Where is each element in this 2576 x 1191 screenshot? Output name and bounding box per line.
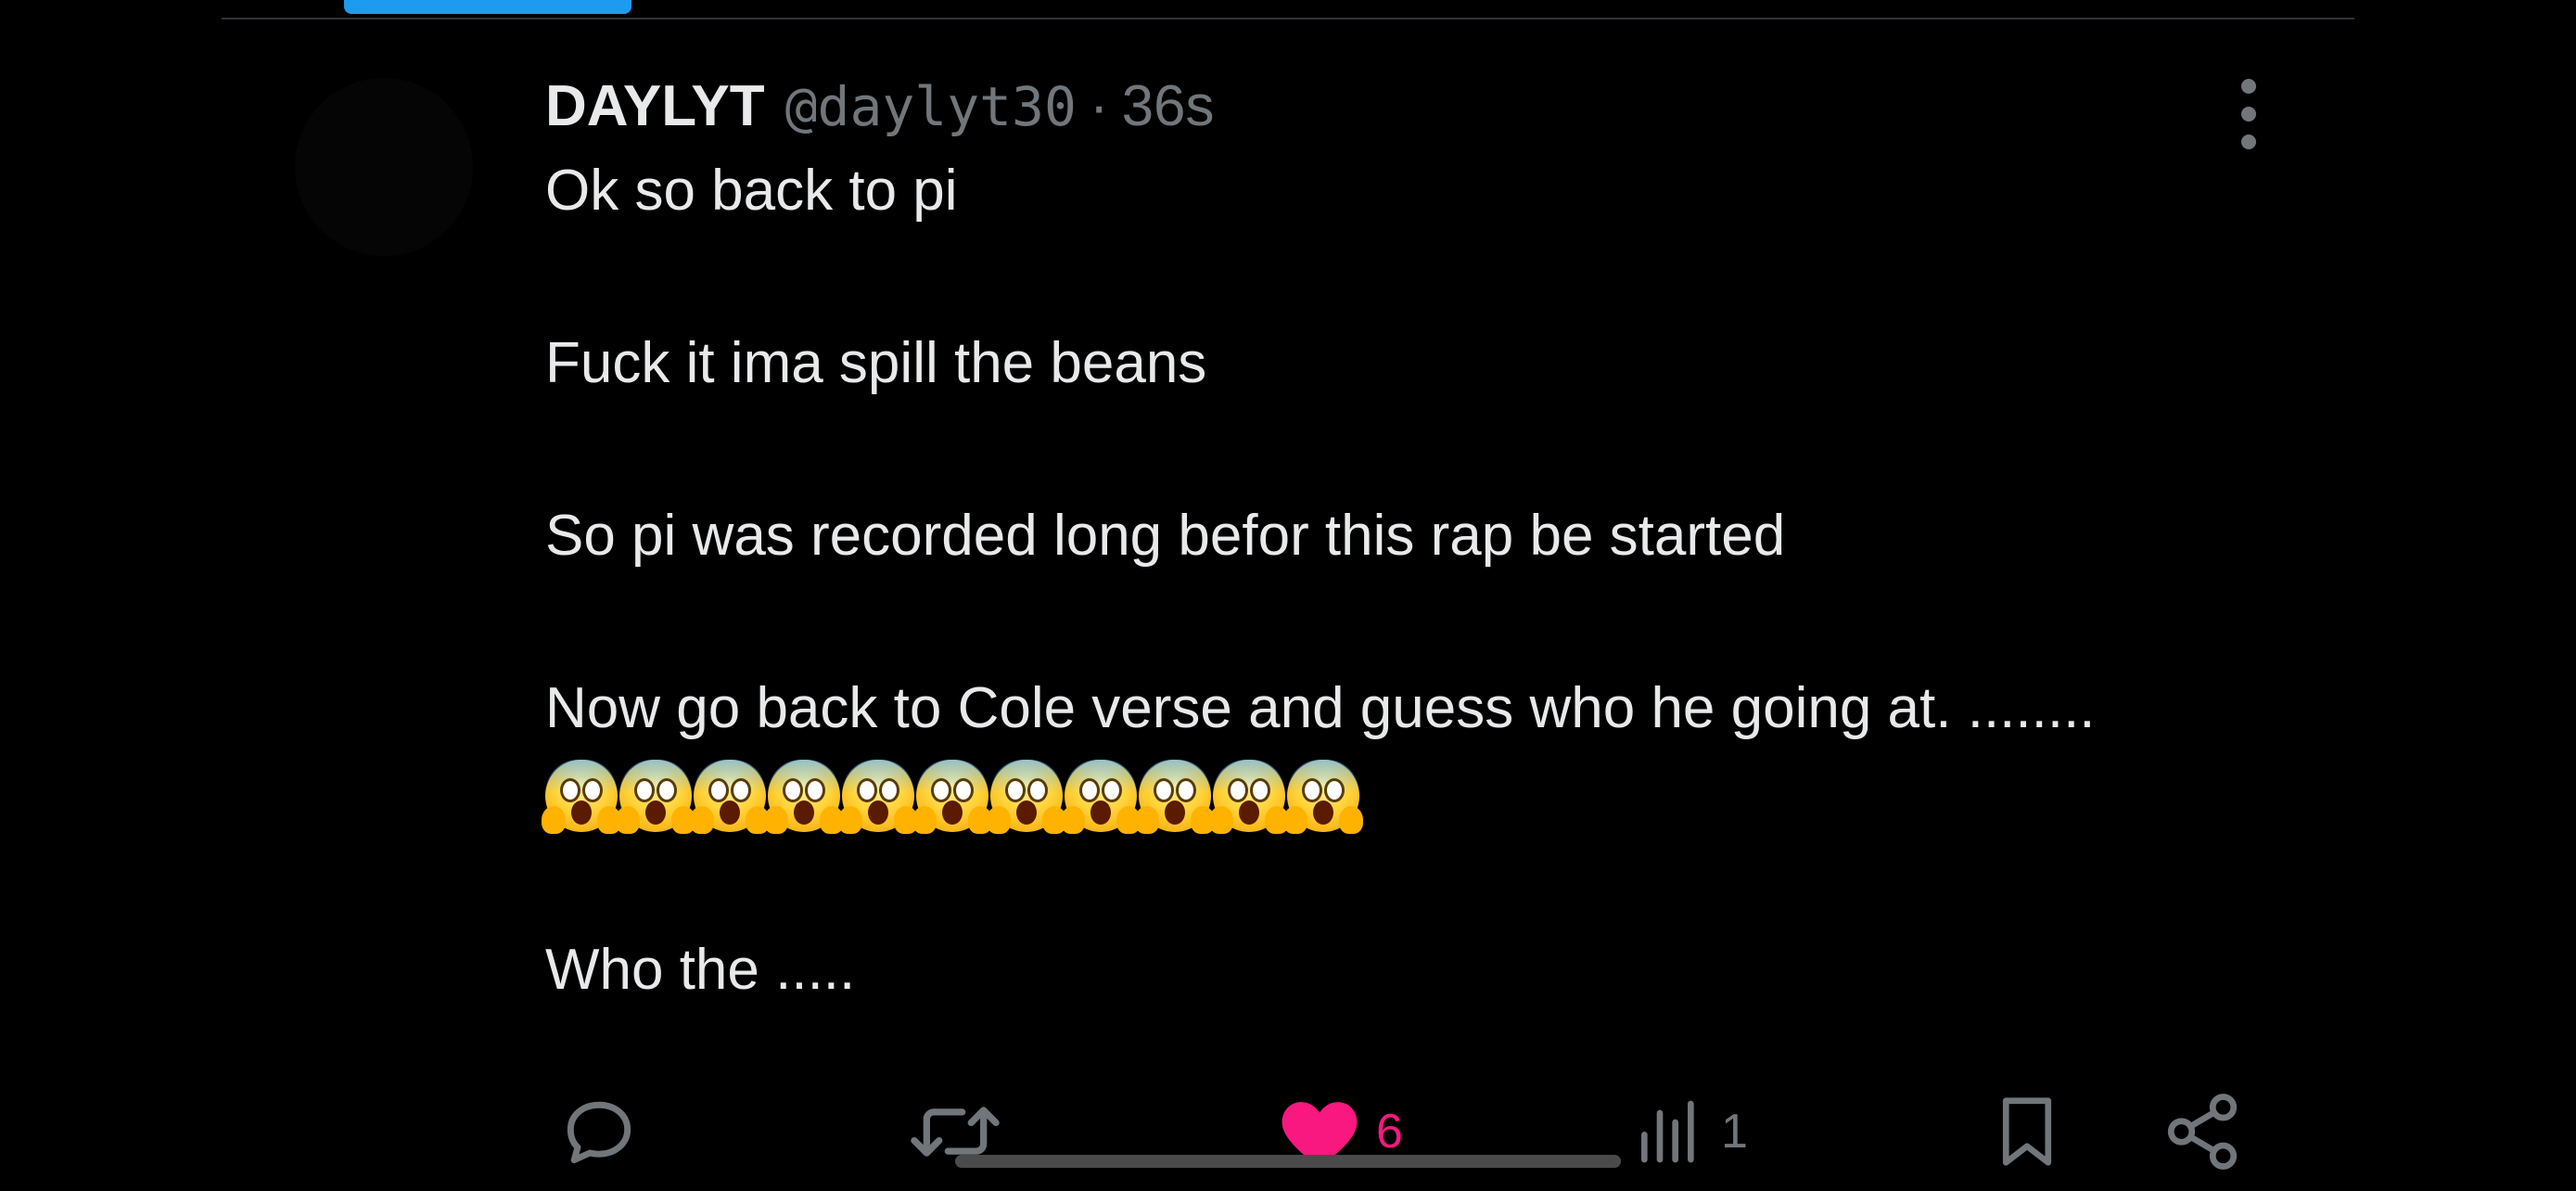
tweet-line: Who the ..... [545, 938, 856, 1002]
timestamp[interactable]: 36s [1122, 65, 1215, 148]
emoji-row [542, 751, 2307, 840]
face-screaming-in-fear-emoji [542, 760, 621, 834]
bookmark-button[interactable] [1988, 1085, 2066, 1178]
more-icon[interactable] [2224, 72, 2274, 156]
tweet-line: Fuck it ima spill the beans [545, 331, 1207, 395]
tweet[interactable]: DAYLYT @daylyt30 · 36s Ok so back to pi … [542, 65, 2307, 1013]
views-button[interactable]: 1 [1632, 1085, 1748, 1178]
reply-button[interactable] [556, 1085, 657, 1178]
face-screaming-in-fear-emoji [987, 760, 1066, 834]
face-screaming-in-fear-emoji [838, 760, 918, 834]
share-button[interactable] [2161, 1085, 2244, 1178]
face-screaming-in-fear-emoji [1209, 760, 1289, 834]
face-screaming-in-fear-emoji [616, 760, 695, 834]
like-count: 6 [1376, 1105, 1403, 1159]
share-icon [2167, 1094, 2238, 1170]
bookmark-icon [2002, 1097, 2052, 1166]
face-screaming-in-fear-emoji [912, 760, 992, 834]
views-icon [1641, 1100, 1694, 1163]
face-screaming-in-fear-emoji [1283, 760, 1363, 834]
display-name[interactable]: DAYLYT [545, 65, 765, 148]
avatar[interactable] [295, 78, 473, 256]
active-tab-indicator [344, 0, 631, 14]
tweet-line: Now go back to Cole verse and guess who … [545, 676, 2096, 740]
separator-dot: · [1089, 74, 1109, 138]
face-screaming-in-fear-emoji [764, 760, 844, 834]
home-indicator[interactable] [955, 1155, 1621, 1168]
face-screaming-in-fear-emoji [1061, 760, 1141, 834]
tweet-text: Ok so back to pi Fuck it ima spill the b… [542, 148, 2307, 1013]
user-handle[interactable]: @daylyt30 [785, 65, 1077, 148]
tweet-header: DAYLYT @daylyt30 · 36s [545, 65, 2307, 148]
face-screaming-in-fear-emoji [1135, 760, 1215, 834]
views-count: 1 [1721, 1105, 1748, 1159]
reply-icon [567, 1101, 631, 1164]
tweet-line: Ok so back to pi [545, 159, 958, 223]
tweet-line: So pi was recorded long befor this rap b… [545, 504, 1786, 568]
face-screaming-in-fear-emoji [690, 760, 770, 834]
divider [222, 18, 2354, 19]
